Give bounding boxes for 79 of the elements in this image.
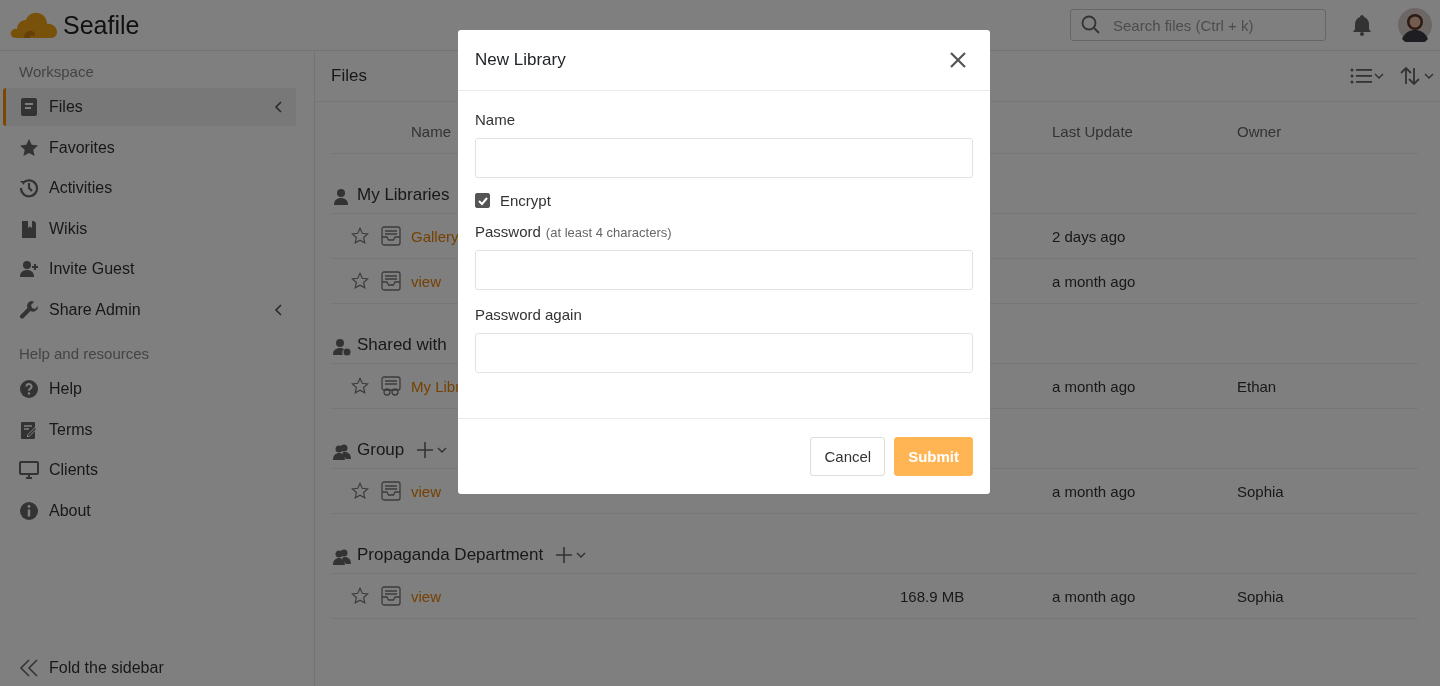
nav-item[interactable]: Invite Guest — [3, 250, 296, 288]
avatar[interactable] — [1398, 8, 1432, 42]
section-title: Workspace — [18, 63, 95, 82]
library-icon — [381, 481, 401, 501]
sort-button[interactable] — [1400, 66, 1434, 86]
date-cell-text: a month ago — [1052, 482, 1137, 500]
checkbox-label: Encrypt — [500, 192, 551, 209]
info-icon — [19, 500, 39, 521]
shared-library-icon — [381, 376, 401, 396]
star-icon[interactable] — [351, 272, 369, 290]
user-icon — [333, 188, 351, 206]
plus-icon — [416, 441, 449, 459]
size-cell-text: 168.9 MB — [900, 587, 966, 605]
search-icon — [1081, 15, 1101, 35]
add-button[interactable] — [416, 441, 449, 459]
book-icon — [19, 218, 39, 239]
add-button[interactable] — [555, 546, 588, 564]
input-field[interactable] — [475, 138, 973, 178]
library-icon — [381, 586, 401, 606]
nav-item[interactable]: About — [3, 491, 296, 530]
nav-item[interactable]: Favorites — [3, 128, 296, 167]
close-button[interactable] — [950, 52, 966, 68]
nav-item[interactable]: Share Admin — [3, 290, 296, 329]
group-icon — [333, 548, 351, 566]
star-icon[interactable] — [351, 227, 369, 245]
page-title: Files — [331, 66, 367, 86]
logo-text: Seafile — [63, 10, 140, 40]
field-label: Name — [475, 111, 515, 128]
field-label: Password — [475, 223, 541, 240]
column-header[interactable]: Last Update — [1052, 123, 1237, 140]
library-icon — [381, 271, 401, 291]
group-title: Group — [357, 439, 405, 461]
help-icon — [19, 379, 39, 399]
owner-cell-text: Sophia — [1237, 482, 1285, 500]
dialog-title: New Library — [475, 50, 566, 70]
nav-item[interactable]: Files — [3, 88, 296, 126]
monitor-icon — [19, 460, 39, 480]
input-field[interactable] — [475, 333, 973, 373]
star-icon[interactable] — [351, 587, 369, 605]
fold-sidebar-link[interactable]: Fold the sidebar — [3, 653, 296, 686]
group-title: Propaganda Department — [357, 544, 544, 566]
checkbox[interactable] — [475, 193, 490, 208]
plus-icon — [555, 546, 588, 564]
star-icon[interactable] — [351, 377, 369, 395]
sort-icon — [1400, 66, 1434, 86]
document-icon — [19, 97, 39, 117]
date-cell-text: a month ago — [1052, 272, 1137, 290]
nav-item[interactable]: Clients — [3, 451, 296, 489]
field-label: Password again — [475, 306, 582, 323]
date-cell-text: a month ago — [1052, 587, 1137, 605]
owner-cell-text: Sophia — [1237, 587, 1285, 605]
shared-user-icon — [333, 338, 351, 356]
group-title: My Libraries — [357, 184, 450, 206]
bell-icon[interactable] — [1352, 14, 1372, 36]
library-icon — [381, 226, 401, 246]
cancel-button[interactable]: Cancel — [810, 437, 886, 476]
close-icon — [950, 52, 966, 68]
nav-item[interactable]: Activities — [3, 169, 296, 207]
star-icon — [19, 137, 39, 158]
group-icon — [333, 443, 351, 461]
nav-item[interactable]: Wikis — [3, 209, 296, 248]
view-mode-button[interactable] — [1350, 66, 1384, 86]
input-field[interactable] — [475, 250, 973, 290]
nav-item[interactable]: Terms — [3, 410, 296, 449]
group-title: Shared with — [357, 334, 447, 356]
date-cell-text: 2 days ago — [1052, 227, 1127, 245]
section-title: Help and resources — [18, 345, 151, 364]
double-chevron-icon — [19, 658, 39, 678]
star-icon[interactable] — [351, 482, 369, 500]
owner-cell-text: Ethan — [1237, 377, 1278, 395]
edit-icon — [19, 419, 39, 440]
wrench-icon — [19, 299, 39, 320]
history-icon — [19, 178, 39, 198]
add-user-icon — [19, 259, 39, 279]
nav-item[interactable]: Help — [3, 370, 296, 408]
field-hint: (at least 4 characters) — [545, 225, 672, 240]
date-cell-text: a month ago — [1052, 377, 1137, 395]
column-header[interactable]: Owner — [1237, 123, 1418, 140]
list-icon — [1350, 66, 1384, 86]
